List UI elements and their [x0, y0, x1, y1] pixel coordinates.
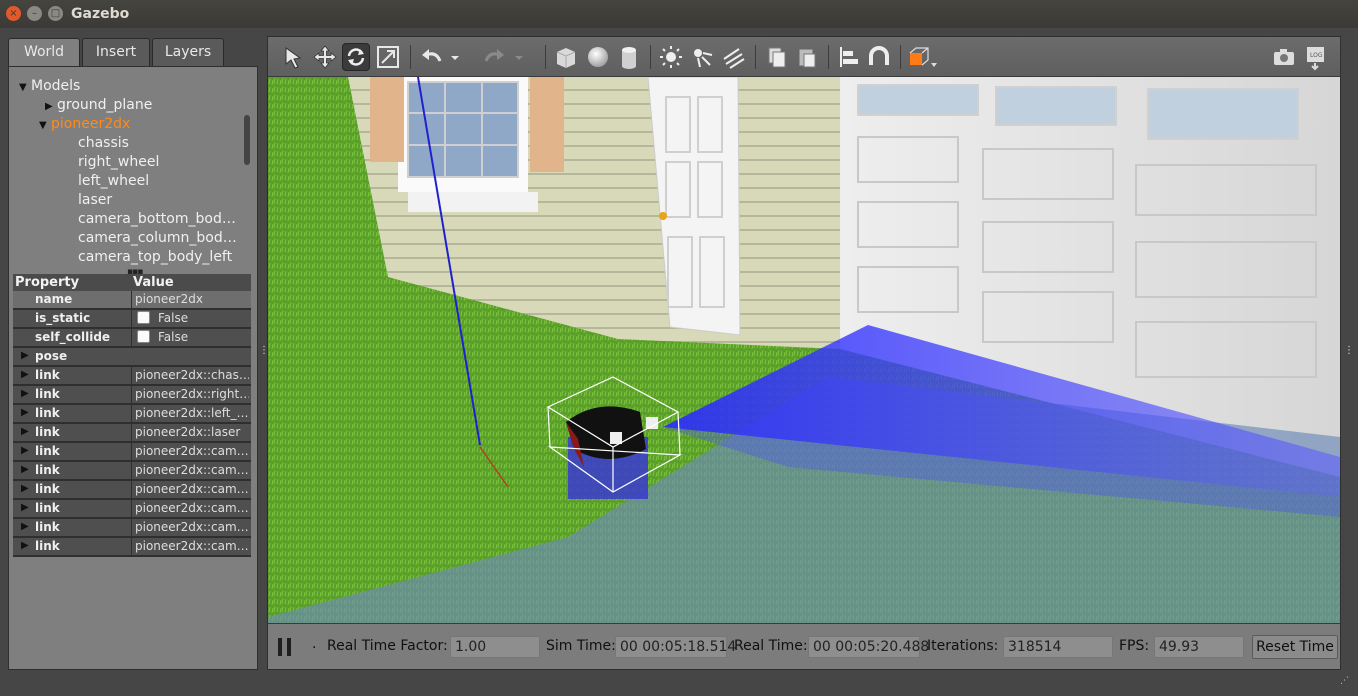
- tree-item-ground-plane[interactable]: ▶ ground_plane: [45, 96, 152, 115]
- snap-icon[interactable]: [865, 43, 893, 71]
- tree-child[interactable]: camera_column_bod…: [78, 229, 237, 248]
- property-table: Property Value name pioneer2dx is_static…: [13, 274, 251, 557]
- tree-scrollbar[interactable]: [244, 115, 250, 165]
- property-row-link[interactable]: ▶ link pioneer2dx::cam…: [13, 519, 251, 538]
- sim-time-label: Sim Time:: [546, 638, 616, 654]
- expand-arrow-icon: ▶: [21, 388, 29, 399]
- right-splitter-handle[interactable]: ⋮: [1344, 345, 1354, 356]
- point-light-icon[interactable]: [657, 43, 685, 71]
- expand-arrow-icon: ▶: [21, 426, 29, 437]
- undo-icon[interactable]: [418, 43, 446, 71]
- real-time-factor-field: 1.00: [450, 636, 540, 658]
- box-icon[interactable]: [552, 43, 580, 71]
- expand-arrow-icon: ▶: [21, 369, 29, 380]
- tree-child[interactable]: right_wheel: [78, 153, 159, 172]
- view-angle-icon[interactable]: [906, 43, 940, 71]
- sphere-icon[interactable]: [584, 43, 612, 71]
- expand-arrow-icon: ▶: [21, 540, 29, 551]
- fps-label: FPS:: [1119, 638, 1150, 654]
- expand-arrow-icon: ▶: [21, 445, 29, 456]
- tab-world[interactable]: World: [8, 38, 80, 68]
- cylinder-icon[interactable]: [615, 43, 643, 71]
- log-icon[interactable]: LOG: [1302, 43, 1330, 71]
- expand-arrow-icon: ▶: [21, 407, 29, 418]
- property-row-link[interactable]: ▶ link pioneer2dx::laser: [13, 424, 251, 443]
- expanded-arrow-icon: ▼: [39, 120, 47, 131]
- select-arrow-icon[interactable]: [280, 43, 308, 71]
- maximize-window-button[interactable]: □: [48, 6, 63, 21]
- scene-render: [268, 77, 1340, 623]
- tree-child[interactable]: chassis: [78, 134, 129, 153]
- property-row-name[interactable]: name pioneer2dx: [13, 291, 251, 310]
- copy-icon[interactable]: [762, 43, 790, 71]
- tree-child[interactable]: camera_top_body_left: [78, 248, 232, 267]
- svg-text:LOG: LOG: [1310, 52, 1323, 59]
- redo-icon[interactable]: [480, 43, 508, 71]
- property-row-link[interactable]: ▶ link pioneer2dx::left_…: [13, 405, 251, 424]
- resize-grip-icon[interactable]: ⋰: [1340, 676, 1349, 686]
- scene-panel: LOG . Real Time Factor: 1.00 Sim Time: 0…: [267, 36, 1341, 670]
- gazebo-window: World Insert Layers ▼ Models ▶ ground_plan…: [0, 28, 1358, 696]
- tree-child[interactable]: left_wheel: [78, 172, 149, 191]
- reset-time-button[interactable]: Reset Time: [1252, 635, 1338, 659]
- translate-icon[interactable]: [311, 43, 339, 71]
- property-row-link[interactable]: ▶ link pioneer2dx::right…: [13, 386, 251, 405]
- undo-history-icon[interactable]: [448, 43, 462, 71]
- expand-arrow-icon: ▶: [21, 464, 29, 475]
- fps-field: 49.93: [1154, 636, 1244, 658]
- iterations-field: 318514: [1003, 636, 1113, 658]
- redo-history-icon[interactable]: [512, 43, 526, 71]
- toolbar: LOG: [268, 37, 1340, 77]
- step-marker: .: [312, 636, 317, 652]
- tab-insert[interactable]: Insert: [82, 38, 150, 66]
- model-tree: ▼ Models ▶ ground_plane ▼ pioneer2dx chassi…: [13, 71, 247, 271]
- screenshot-icon[interactable]: [1270, 43, 1298, 71]
- status-bar: . Real Time Factor: 1.00 Sim Time: 00 00…: [268, 623, 1340, 669]
- tree-item-models[interactable]: ▼ Models: [19, 77, 80, 96]
- property-row-link[interactable]: ▶ link pioneer2dx::cam…: [13, 500, 251, 519]
- minimize-window-button[interactable]: –: [27, 6, 42, 21]
- property-row-link[interactable]: ▶ link pioneer2dx::cam…: [13, 481, 251, 500]
- self-collide-checkbox[interactable]: [137, 330, 150, 343]
- expanded-arrow-icon: ▼: [19, 82, 27, 93]
- expand-arrow-icon: ▶: [21, 521, 29, 532]
- directional-light-icon[interactable]: [719, 43, 747, 71]
- real-time-field: 00 00:05:20.488: [808, 636, 929, 658]
- window-title: Gazebo: [71, 6, 130, 22]
- pause-icon[interactable]: [278, 638, 292, 656]
- sim-time-field: 00 00:05:18.514: [615, 636, 736, 658]
- property-row-pose[interactable]: ▶ pose: [13, 348, 251, 367]
- tab-layers[interactable]: Layers: [152, 38, 224, 66]
- real-time-label: Real Time:: [734, 638, 808, 654]
- spot-light-icon[interactable]: [688, 43, 716, 71]
- close-window-button[interactable]: ×: [6, 6, 21, 21]
- property-header: Property Value: [13, 274, 251, 291]
- collapsed-arrow-icon: ▶: [45, 101, 53, 112]
- real-time-factor-label: Real Time Factor:: [327, 638, 448, 654]
- rotate-icon[interactable]: [342, 43, 370, 71]
- property-row-link[interactable]: ▶ link pioneer2dx::cam…: [13, 443, 251, 462]
- expand-arrow-icon: ▶: [21, 350, 29, 361]
- iterations-label: Iterations:: [927, 638, 999, 654]
- tree-child[interactable]: camera_bottom_bod…: [78, 210, 236, 229]
- is-static-checkbox[interactable]: [137, 311, 150, 324]
- world-panel: ▼ Models ▶ ground_plane ▼ pioneer2dx chassi…: [8, 66, 258, 670]
- 3d-viewport[interactable]: [268, 77, 1340, 623]
- property-row-link[interactable]: ▶ link pioneer2dx::chas…: [13, 367, 251, 386]
- property-row-self-collide[interactable]: self_collide False: [13, 329, 251, 348]
- paste-icon[interactable]: [793, 43, 821, 71]
- scale-icon[interactable]: [374, 43, 402, 71]
- property-row-link[interactable]: ▶ link pioneer2dx::cam…: [13, 538, 251, 557]
- align-icon[interactable]: [835, 43, 863, 71]
- property-row-is-static[interactable]: is_static False: [13, 310, 251, 329]
- tree-child[interactable]: laser: [78, 191, 112, 210]
- property-row-link[interactable]: ▶ link pioneer2dx::cam…: [13, 462, 251, 481]
- tree-item-pioneer2dx[interactable]: ▼ pioneer2dx: [39, 115, 130, 134]
- expand-arrow-icon: ▶: [21, 502, 29, 513]
- title-bar: × – □ Gazebo: [0, 0, 1358, 28]
- expand-arrow-icon: ▶: [21, 483, 29, 494]
